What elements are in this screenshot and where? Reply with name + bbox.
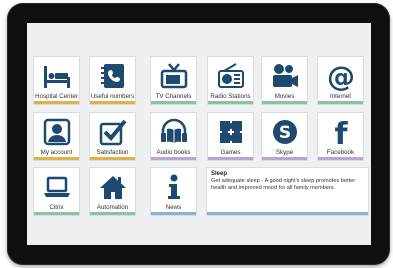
tile-label: Audio books xyxy=(156,149,191,156)
tile-label: Movies xyxy=(274,93,295,100)
tile-skype[interactable]: S Skype xyxy=(261,112,308,161)
tile-automation[interactable]: Automation xyxy=(89,167,136,216)
category-bar xyxy=(208,101,253,104)
category-bar xyxy=(90,212,135,215)
tip-title: Sleep xyxy=(211,171,228,177)
tile-label: TV Channels xyxy=(155,93,192,100)
sleep-tip-panel: Sleep Get adequate sleep - A good night'… xyxy=(206,167,369,216)
home-icon xyxy=(98,172,128,202)
category-bar xyxy=(34,101,79,104)
tile-radio-stations[interactable]: Radio Stations xyxy=(207,56,254,105)
tile-label: Automation xyxy=(96,204,129,211)
tile-useful-numbers[interactable]: Useful numbers xyxy=(89,56,136,105)
category-bar xyxy=(207,212,368,215)
checkbox-icon xyxy=(98,117,128,147)
headphones-book-icon xyxy=(159,117,189,147)
tile-label: Games xyxy=(220,149,241,156)
tablet-screen: Hospital Center Useful numbers TV Channe… xyxy=(27,23,371,245)
skype-icon: S xyxy=(270,117,300,147)
hospital-bed-icon xyxy=(42,61,72,91)
tile-label: Satisfaction xyxy=(96,149,129,156)
tile-tv-channels[interactable]: TV Channels xyxy=(150,56,197,105)
laptop-icon xyxy=(42,172,72,202)
tile-label: Citrix xyxy=(49,204,64,211)
at-sign-icon: @ xyxy=(326,61,356,91)
tile-label: Radio Stations xyxy=(210,93,251,100)
tile-label: News xyxy=(165,204,182,211)
tip-text: Get adequate sleep - A good night's slee… xyxy=(211,178,356,191)
tile-satisfaction[interactable]: Satisfaction xyxy=(89,112,136,161)
tile-label: Hospital Center xyxy=(35,93,78,100)
tile-label: Useful numbers xyxy=(90,93,135,100)
tile-my-account[interactable]: My account xyxy=(33,112,80,161)
svg-text:S: S xyxy=(278,123,290,143)
tv-icon xyxy=(159,61,189,91)
tile-label: Facebook xyxy=(326,149,355,156)
tile-movies[interactable]: Movies xyxy=(261,56,308,105)
info-icon xyxy=(159,172,189,202)
radio-icon xyxy=(216,61,246,91)
category-bar xyxy=(262,157,307,160)
category-bar xyxy=(262,101,307,104)
tile-label: My account xyxy=(40,149,73,156)
category-bar xyxy=(151,212,196,215)
category-bar xyxy=(318,157,363,160)
tile-label: Skype xyxy=(275,149,294,156)
tile-hospital-center[interactable]: Hospital Center xyxy=(33,56,80,105)
tile-facebook[interactable]: f Facebook xyxy=(317,112,364,161)
tile-audio-books[interactable]: Audio books xyxy=(150,112,197,161)
tile-citrix[interactable]: Citrix xyxy=(33,167,80,216)
category-bar xyxy=(318,101,363,104)
user-icon xyxy=(42,117,72,147)
category-bar xyxy=(151,157,196,160)
tile-internet[interactable]: @ Internet xyxy=(317,56,364,105)
puzzle-icon xyxy=(216,117,246,147)
category-bar xyxy=(208,157,253,160)
phonebook-icon xyxy=(98,61,128,91)
svg-text:f: f xyxy=(334,117,348,147)
category-bar xyxy=(90,157,135,160)
facebook-icon: f xyxy=(326,117,356,147)
tile-news[interactable]: News xyxy=(150,167,197,216)
movie-camera-icon xyxy=(270,61,300,91)
category-bar xyxy=(34,212,79,215)
svg-text:@: @ xyxy=(327,61,355,91)
category-bar xyxy=(151,101,196,104)
category-bar xyxy=(90,101,135,104)
tile-label: Internet xyxy=(330,93,351,100)
category-bar xyxy=(34,157,79,160)
tile-games[interactable]: Games xyxy=(207,112,254,161)
